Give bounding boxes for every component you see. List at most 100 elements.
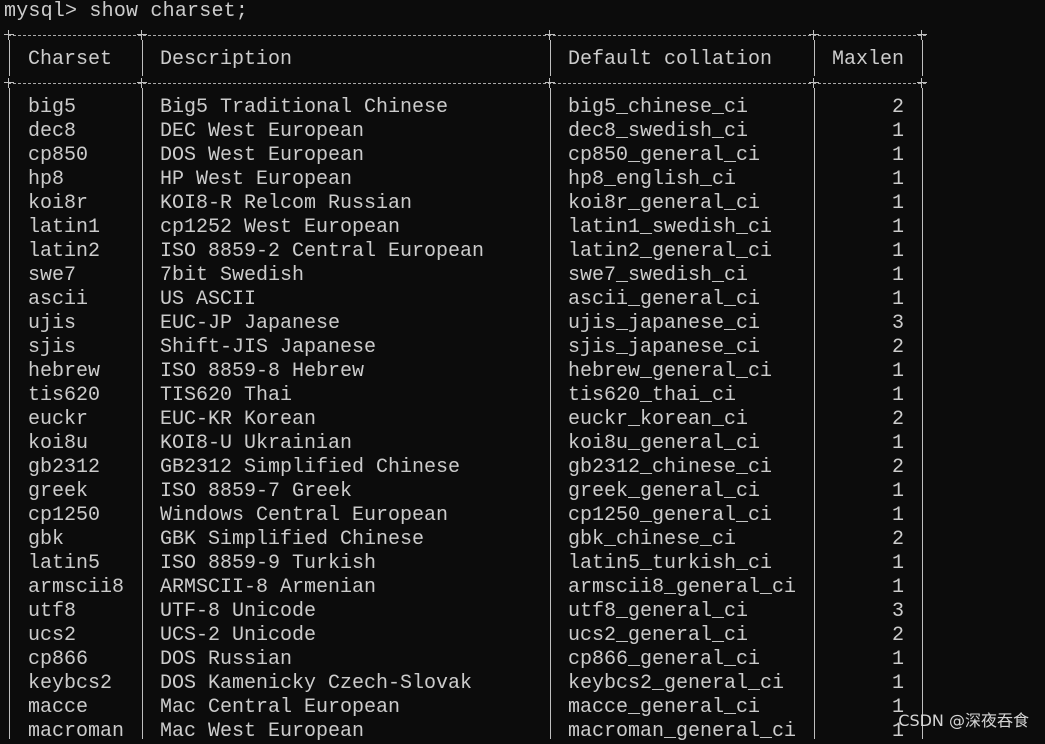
cell-description: TIS620 Thai <box>160 384 293 407</box>
table-row: latin1 cp1252 West European latin1_swedish… <box>0 216 1045 240</box>
cell-charset: cp866 <box>28 648 89 671</box>
cell-charset: hp8 <box>28 168 65 191</box>
table-row: cp866 DOS Russian cp866_general_ci 1 <box>0 648 1045 672</box>
cell-default-collation: cp866_general_ci <box>568 648 761 671</box>
cell-charset: ujis <box>28 312 77 335</box>
cell-default-collation: tis620_thai_ci <box>568 384 737 407</box>
cell-maxlen: 3 <box>891 312 904 335</box>
cell-charset: latin2 <box>28 240 101 263</box>
cell-description: 7bit Swedish <box>160 264 305 287</box>
cell-maxlen: 1 <box>891 480 904 503</box>
cell-description: Mac West European <box>160 720 365 743</box>
cell-default-collation: euckr_korean_ci <box>568 408 749 431</box>
table-row: keybcs2 DOS Kamenicky Czech-Slovak keybcs2… <box>0 672 1045 696</box>
cell-maxlen: 2 <box>891 96 904 119</box>
table-row: armscii8 ARMSCII-8 Armenian armscii8_gener… <box>0 576 1045 600</box>
cell-default-collation: koi8r_general_ci <box>568 192 761 215</box>
cell-description: ISO 8859-7 Greek <box>160 480 353 503</box>
border-junction <box>137 30 147 40</box>
cell-description: GB2312 Simplified Chinese <box>160 456 461 479</box>
cell-description: Mac Central European <box>160 696 401 719</box>
column-separator <box>814 40 815 76</box>
cell-charset: gb2312 <box>28 456 101 479</box>
cell-description: GBK Simplified Chinese <box>160 528 425 551</box>
table-row: koi8r KOI8-R Relcom Russian koi8r_general_… <box>0 192 1045 216</box>
border-corner <box>4 30 14 40</box>
cell-default-collation: hebrew_general_ci <box>568 360 773 383</box>
cell-default-collation: greek_general_ci <box>568 480 761 503</box>
cell-default-collation: ujis_japanese_ci <box>568 312 761 335</box>
cell-description: Windows Central European <box>160 504 449 527</box>
cell-maxlen: 1 <box>891 144 904 167</box>
cell-description: ISO 8859-9 Turkish <box>160 552 377 575</box>
cell-charset: macroman <box>28 720 125 743</box>
cell-description: EUC-JP Japanese <box>160 312 341 335</box>
cell-default-collation: ascii_general_ci <box>568 288 761 311</box>
cell-charset: ucs2 <box>28 624 77 647</box>
mysql-prompt: mysql> <box>4 0 90 23</box>
table-row: ujis EUC-JP Japanese ujis_japanese_ci 3 <box>0 312 1045 336</box>
cell-maxlen: 1 <box>891 120 904 143</box>
cell-maxlen: 3 <box>891 600 904 623</box>
cell-maxlen: 2 <box>891 528 904 551</box>
cell-charset: koi8u <box>28 432 89 455</box>
cell-maxlen: 1 <box>891 240 904 263</box>
cell-charset: latin1 <box>28 216 101 239</box>
cell-default-collation: big5_chinese_ci <box>568 96 749 119</box>
cell-maxlen: 1 <box>891 288 904 311</box>
watermark: CSDN @深夜吞食 <box>898 711 1029 730</box>
cell-default-collation: latin2_general_ci <box>568 240 773 263</box>
table-row: utf8 UTF-8 Unicode utf8_general_ci 3 <box>0 600 1045 624</box>
cell-charset: greek <box>28 480 89 503</box>
cell-default-collation: cp850_general_ci <box>568 144 761 167</box>
table-row: cp850 DOS West European cp850_general_ci 1 <box>0 144 1045 168</box>
column-separator <box>142 40 143 76</box>
cell-description: ISO 8859-8 Hebrew <box>160 360 365 383</box>
header-default-collation: Default collation <box>568 48 773 71</box>
table-row: ascii US ASCII ascii_general_ci 1 <box>0 288 1045 312</box>
column-separator <box>922 40 923 76</box>
cell-description: US ASCII <box>160 288 257 311</box>
cell-default-collation: macroman_general_ci <box>568 720 797 743</box>
table-row: gb2312 GB2312 Simplified Chinese gb2312_ch… <box>0 456 1045 480</box>
cell-charset: cp1250 <box>28 504 101 527</box>
table-row: dec8 DEC West European dec8_swedish_ci 1 <box>0 120 1045 144</box>
cell-maxlen: 1 <box>891 360 904 383</box>
cell-default-collation: dec8_swedish_ci <box>568 120 749 143</box>
cell-maxlen: 1 <box>891 216 904 239</box>
table-row: greek ISO 8859-7 Greek greek_general_ci 1 <box>0 480 1045 504</box>
table-row: cp1250 Windows Central European cp1250_gen… <box>0 504 1045 528</box>
terminal-window[interactable]: mysql> show charset; Charset Description… <box>0 0 1045 743</box>
border-junction <box>545 78 555 88</box>
cell-default-collation: hp8_english_ci <box>568 168 737 191</box>
cell-default-collation: sjis_japanese_ci <box>568 336 761 359</box>
table-row: big5 Big5 Traditional Chinese big5_chinese… <box>0 96 1045 120</box>
cell-charset: armscii8 <box>28 576 125 599</box>
cell-maxlen: 1 <box>891 168 904 191</box>
cell-default-collation: koi8u_general_ci <box>568 432 761 455</box>
cell-charset: sjis <box>28 336 77 359</box>
cell-charset: dec8 <box>28 120 77 143</box>
cell-charset: koi8r <box>28 192 89 215</box>
border-junction <box>545 30 555 40</box>
cell-maxlen: 1 <box>891 672 904 695</box>
cell-description: UCS-2 Unicode <box>160 624 317 647</box>
table-row: hebrew ISO 8859-8 Hebrew hebrew_general_ci… <box>0 360 1045 384</box>
cell-maxlen: 1 <box>891 720 904 743</box>
cell-default-collation: latin5_turkish_ci <box>568 552 773 575</box>
cell-description: DEC West European <box>160 120 365 143</box>
cell-charset: cp850 <box>28 144 89 167</box>
cell-maxlen: 2 <box>891 624 904 647</box>
cell-charset: gbk <box>28 528 65 551</box>
border-corner <box>4 78 14 88</box>
cell-default-collation: latin1_swedish_ci <box>568 216 773 239</box>
column-separator <box>9 40 10 76</box>
cell-maxlen: 1 <box>891 576 904 599</box>
border-junction <box>809 30 819 40</box>
cell-description: DOS Russian <box>160 648 293 671</box>
command-line: mysql> show charset; <box>4 0 248 24</box>
table-row: swe7 7bit Swedish swe7_swedish_ci 1 <box>0 264 1045 288</box>
cell-maxlen: 1 <box>891 504 904 527</box>
cell-charset: hebrew <box>28 360 101 383</box>
cell-default-collation: keybcs2_general_ci <box>568 672 785 695</box>
